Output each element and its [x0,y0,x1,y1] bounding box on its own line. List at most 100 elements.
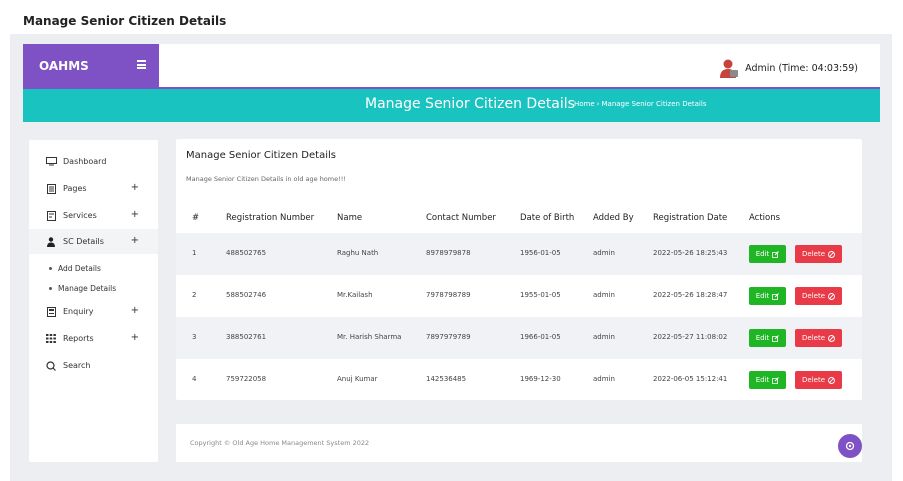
sidebar: Dashboard Pages + Services + SC Details … [29,140,158,462]
cell-registration-date: 2022-06-05 15:12:41 [653,375,728,383]
breadcrumb-current: Manage Senior Citizen Details [601,100,707,108]
expand-plus-icon[interactable]: + [131,305,139,316]
monitor-icon [45,157,57,167]
delete-button[interactable]: Delete [795,245,842,263]
sidebar-item-sc-details[interactable]: SC Details + [29,229,158,254]
cell-date-of-birth: 1969-12-30 [520,375,561,383]
column-header-added-by: Added By [593,213,634,223]
column-header-registration-date: Registration Date [653,213,728,223]
cell-added-by: admin [593,375,615,383]
expand-plus-icon[interactable]: + [131,209,139,220]
outer-page-title: Manage Senior Citizen Details [23,14,227,28]
cell-added-by: admin [593,333,615,341]
edit-button[interactable]: Edit [749,287,786,305]
sidebar-item-services[interactable]: Services + [29,203,158,228]
breadcrumb-home-link[interactable]: Home [574,100,595,108]
column-header-registration-number: Registration Number [226,213,315,223]
enquiry-icon [45,306,57,317]
edit-button-label: Edit [755,376,770,384]
cell-number: 3 [192,333,197,341]
cell-registration-date: 2022-05-27 11:08:02 [653,333,728,341]
sidebar-sub-label: Add Details [58,264,101,273]
cell-name: Mr.Kailash [337,291,373,299]
banner-title: Manage Senior Citizen Details [365,96,575,112]
edit-icon [772,334,780,342]
sidebar-item-pages[interactable]: Pages + [29,176,158,201]
cell-added-by: admin [593,291,615,299]
edit-icon [772,292,780,300]
sidebar-item-reports[interactable]: Reports + [29,326,158,351]
cell-name: Mr. Harish Sharma [337,333,402,341]
table-row: 1 488502765 Raghu Nath 8978979878 1956-0… [176,233,862,275]
hamburger-menu-icon[interactable] [137,60,146,69]
brand-panel: OAHMS [23,44,159,87]
delete-button-label: Delete [802,376,825,384]
expand-plus-icon[interactable]: + [131,182,139,193]
edit-button-label: Edit [755,250,770,258]
gear-icon [845,441,855,451]
delete-button[interactable]: Delete [795,287,842,305]
cell-number: 4 [192,375,197,383]
sidebar-item-dashboard[interactable]: Dashboard [29,149,158,174]
expand-plus-icon[interactable]: + [131,332,139,343]
edit-button[interactable]: Edit [749,245,786,263]
edit-button[interactable]: Edit [749,329,786,347]
bullet-icon [49,267,52,270]
details-card: Manage Senior Citizen Details Manage Sen… [176,139,862,400]
cell-registration-number: 588502746 [226,291,267,299]
expand-plus-icon[interactable]: + [131,235,139,246]
sidebar-item-enquiry[interactable]: Enquiry + [29,299,158,324]
admin-avatar-icon [720,59,739,78]
delete-button-label: Delete [802,292,825,300]
sidebar-item-label: Reports [63,334,94,343]
cell-contact-number: 142536485 [426,375,467,383]
delete-icon [828,250,835,258]
page-icon [45,183,57,194]
table-row: 4 759722058 Anuj Kumar 142536485 1969-12… [176,359,862,401]
bullet-icon [49,287,52,290]
cell-registration-number: 388502761 [226,333,267,341]
edit-button-label: Edit [755,292,770,300]
cell-added-by: admin [593,249,615,257]
settings-fab-button[interactable] [838,434,862,458]
cell-name: Raghu Nath [337,249,379,257]
footer: Copyright © Old Age Home Management Syst… [176,424,862,462]
grid-icon [45,334,57,344]
delete-button-label: Delete [802,250,825,258]
person-icon [45,236,57,247]
cell-registration-date: 2022-05-26 18:28:47 [653,291,728,299]
cell-number: 1 [192,249,197,257]
admin-menu[interactable]: Admin (Time: 04:03:59) [719,58,858,78]
cell-date-of-birth: 1966-01-05 [520,333,561,341]
delete-button[interactable]: Delete [795,329,842,347]
copyright-text: Copyright © Old Age Home Management Syst… [190,439,370,447]
sidebar-sub-label: Manage Details [58,284,117,293]
sidebar-item-search[interactable]: Search [29,353,158,378]
cell-contact-number: 7897979789 [426,333,471,341]
card-subtitle: Manage Senior Citizen Details in old age… [186,175,346,183]
delete-icon [828,292,835,300]
brand-logo-text[interactable]: OAHMS [39,59,89,73]
sidebar-item-label: Services [63,211,97,220]
sidebar-item-label: Enquiry [63,307,94,316]
edit-button-label: Edit [755,334,770,342]
column-header-number: # [192,213,200,223]
cell-number: 2 [192,291,197,299]
column-header-date-of-birth: Date of Birth [520,213,575,223]
sidebar-sub-add-details[interactable]: Add Details [49,264,101,273]
cell-registration-date: 2022-05-26 18:25:43 [653,249,728,257]
sidebar-item-label: Pages [63,184,87,193]
cell-name: Anuj Kumar [337,375,378,383]
breadcrumb-separator: › [596,100,600,108]
edit-button[interactable]: Edit [749,371,786,389]
services-icon [45,210,57,221]
cell-contact-number: 8978979878 [426,249,471,257]
column-header-actions: Actions [749,213,781,223]
table-row: 3 388502761 Mr. Harish Sharma 7897979789… [176,317,862,359]
sidebar-sub-manage-details[interactable]: Manage Details [49,284,116,293]
delete-button[interactable]: Delete [795,371,842,389]
delete-button-label: Delete [802,334,825,342]
table-row: 2 588502746 Mr.Kailash 7978798789 1955-0… [176,275,862,317]
sidebar-item-label: Dashboard [63,157,107,166]
top-bar: OAHMS Admin (Time: 04:03:59) [23,44,880,87]
